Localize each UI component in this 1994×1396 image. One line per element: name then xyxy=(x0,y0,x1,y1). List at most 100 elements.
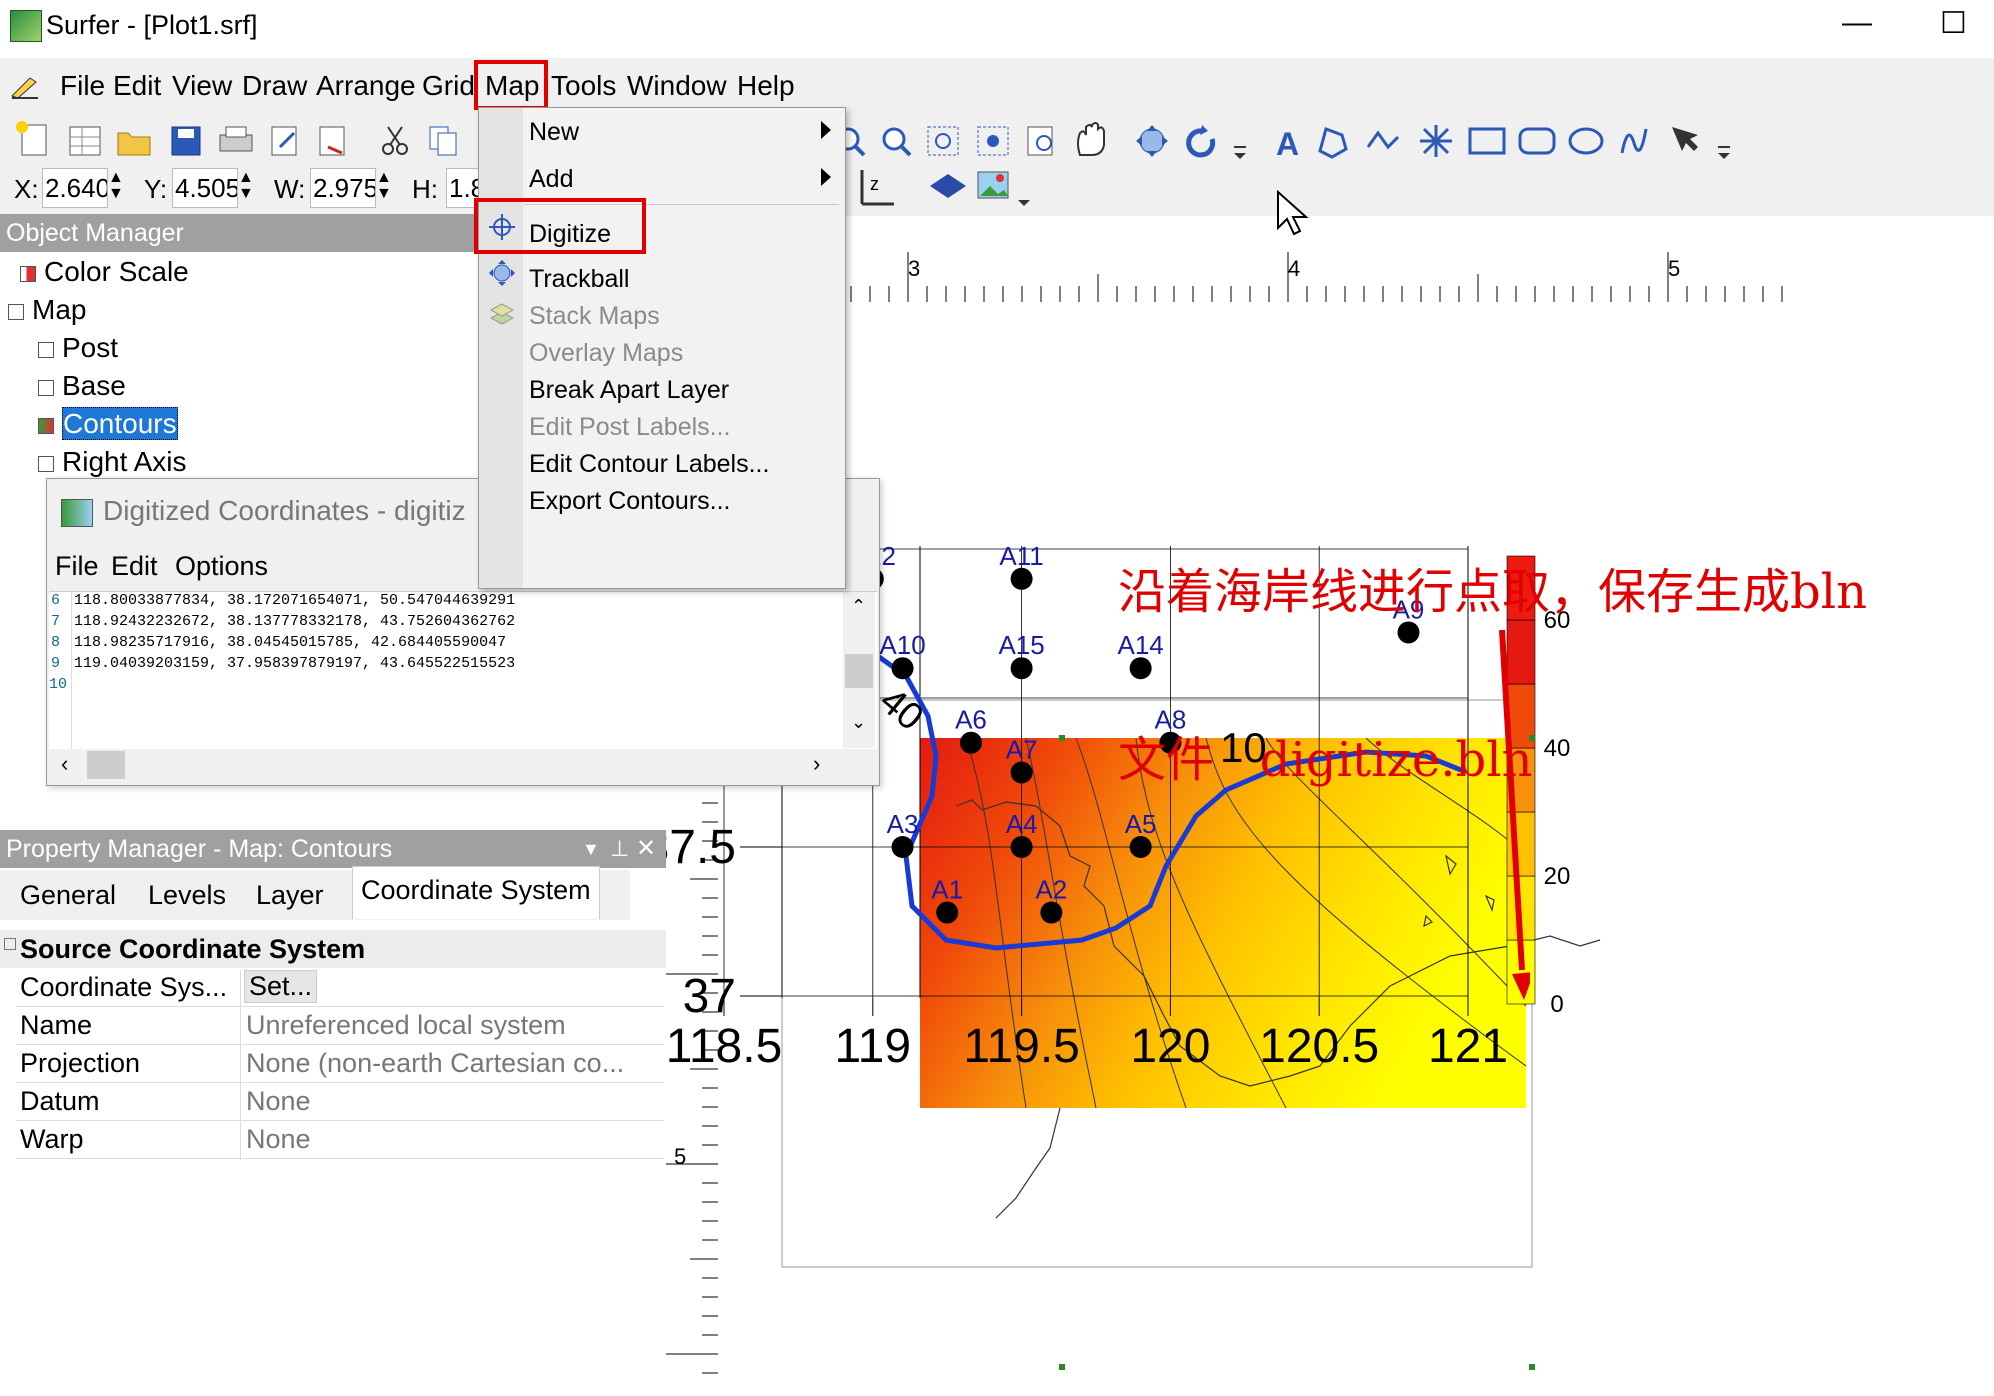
polyline-tool-icon[interactable] xyxy=(1366,130,1400,150)
post-label: A4 xyxy=(1006,809,1038,839)
h-label: H: xyxy=(412,174,438,204)
axis-scale-icon[interactable]: z xyxy=(860,170,894,206)
menu-item-edit-post-labels[interactable]: Edit Post Labels... xyxy=(529,413,731,442)
minimize-button[interactable]: — xyxy=(1842,6,1872,40)
svg-text:z: z xyxy=(870,174,879,194)
menu-item-export-contours[interactable]: Export Contours... xyxy=(529,487,730,516)
x-spin-icon[interactable]: ▲ ▼ xyxy=(108,170,124,202)
rounded-rect-tool-icon[interactable] xyxy=(1518,127,1556,155)
digitize-menu-options[interactable]: Options xyxy=(175,551,268,582)
digitize-menu-file[interactable]: File xyxy=(55,551,99,582)
spline-tool-icon[interactable] xyxy=(1620,128,1648,154)
line-number: 7 xyxy=(51,613,61,630)
digitize-menu-edit[interactable]: Edit xyxy=(111,551,158,582)
toolbar-overflow-icon[interactable] xyxy=(1234,146,1246,159)
menu-file[interactable]: File xyxy=(60,70,105,102)
y-spin-icon[interactable]: ▲ ▼ xyxy=(238,170,254,202)
copy-icon[interactable] xyxy=(429,126,457,156)
cut-icon[interactable] xyxy=(382,126,408,155)
scroll-thumb[interactable] xyxy=(845,654,873,688)
post-label: A3 xyxy=(887,809,919,839)
menu-help[interactable]: Help xyxy=(737,70,795,102)
menu-arrange[interactable]: Arrange xyxy=(316,70,416,102)
menu-view[interactable]: View xyxy=(172,70,232,102)
toolbar-overflow-3-icon[interactable] xyxy=(1018,200,1030,206)
pin-icon[interactable]: ⊥ xyxy=(610,830,629,868)
menu-item-stack-maps[interactable]: Stack Maps xyxy=(529,302,660,331)
map-dropdown-menu: New Add Digitize Trackball Stack Maps Ov… xyxy=(478,107,846,589)
post-label: A6 xyxy=(955,705,987,735)
menu-draw[interactable]: Draw xyxy=(242,70,307,102)
text-tool-icon[interactable]: A xyxy=(1276,126,1299,162)
horizontal-scrollbar[interactable]: ‹ › xyxy=(49,749,877,781)
coordinates-text-area[interactable]: 6 118.80033877834, 38.172071654071, 50.5… xyxy=(49,591,877,750)
tree-item-right-axis[interactable]: Right Axis xyxy=(38,446,187,478)
scroll-down-icon[interactable]: ⌄ xyxy=(851,712,866,733)
scroll-left-icon[interactable]: ‹ xyxy=(61,751,68,777)
zoom-page-icon[interactable] xyxy=(1027,126,1053,156)
tab-levels[interactable]: Levels xyxy=(140,872,234,918)
property-row-name: Name Unreferenced local system xyxy=(16,1008,664,1045)
tab-layer[interactable]: Layer xyxy=(248,872,332,918)
property-key: Name xyxy=(20,1010,93,1040)
polygon-tool-icon[interactable] xyxy=(1318,127,1348,159)
vertical-scrollbar[interactable]: ⌃ ⌄ xyxy=(843,592,875,748)
save-icon[interactable] xyxy=(171,126,201,156)
set-button[interactable]: Set... xyxy=(244,970,318,1003)
move-icon[interactable] xyxy=(1136,125,1168,157)
new-worksheet-icon[interactable] xyxy=(69,126,101,156)
scroll-up-icon[interactable]: ⌃ xyxy=(851,596,866,617)
pen-icon[interactable] xyxy=(10,74,38,99)
zoom-rect-icon[interactable] xyxy=(927,126,959,156)
new-file-icon[interactable] xyxy=(16,121,47,156)
menu-edit[interactable]: Edit xyxy=(113,70,161,102)
print-icon[interactable] xyxy=(219,126,253,152)
layer-icon[interactable] xyxy=(930,174,966,198)
tab-coordinate-system[interactable]: Coordinate System xyxy=(352,866,600,919)
import-icon[interactable] xyxy=(319,126,345,156)
image-icon[interactable] xyxy=(977,171,1009,199)
menu-item-trackball[interactable]: Trackball xyxy=(529,265,630,294)
dropdown-icon[interactable]: ▼ xyxy=(582,830,600,868)
hscroll-thumb[interactable] xyxy=(87,751,125,779)
x-field[interactable]: 2.640 xyxy=(42,168,108,208)
post-label: A15 xyxy=(998,630,1044,660)
menu-item-edit-contour-labels[interactable]: Edit Contour Labels... xyxy=(529,450,769,479)
menu-window[interactable]: Window xyxy=(627,70,727,102)
open-folder-icon[interactable] xyxy=(117,132,151,156)
maximize-button[interactable]: ☐ xyxy=(1940,6,1967,41)
redraw-icon[interactable] xyxy=(1186,125,1216,158)
menu-item-add[interactable]: Add xyxy=(529,165,573,194)
scroll-right-icon[interactable]: › xyxy=(813,751,820,777)
zoom-selected-icon[interactable] xyxy=(977,126,1009,156)
tree-item-post[interactable]: Post xyxy=(38,332,118,364)
menu-grid[interactable]: Grid xyxy=(422,70,475,102)
close-icon[interactable]: ✕ xyxy=(636,830,656,868)
symbol-tool-icon[interactable] xyxy=(1420,125,1452,157)
x-tick-label: 119 xyxy=(835,1020,912,1073)
menu-tools[interactable]: Tools xyxy=(551,70,616,102)
property-key: Coordinate Sys... xyxy=(20,972,228,1002)
rectangle-tool-icon[interactable] xyxy=(1468,127,1506,155)
menu-item-overlay-maps[interactable]: Overlay Maps xyxy=(529,339,683,368)
tree-item-base[interactable]: Base xyxy=(38,370,126,402)
collapse-icon[interactable] xyxy=(4,938,16,950)
zoom-out-icon[interactable] xyxy=(882,127,912,157)
ellipse-tool-icon[interactable] xyxy=(1568,127,1604,155)
tree-item-map[interactable]: Map xyxy=(8,294,86,326)
export-icon[interactable] xyxy=(271,126,297,156)
menu-item-new[interactable]: New xyxy=(529,118,579,147)
post-point xyxy=(1040,901,1063,924)
w-field[interactable]: 2.975 xyxy=(310,168,376,208)
toolbar-overflow-2-icon[interactable] xyxy=(1718,146,1730,159)
tab-general[interactable]: General xyxy=(12,872,124,918)
menu-item-break-apart-layer[interactable]: Break Apart Layer xyxy=(529,376,729,405)
trackball-icon xyxy=(489,260,515,286)
tree-item-contours[interactable]: Contours xyxy=(38,407,178,440)
w-spin-icon[interactable]: ▲ ▼ xyxy=(376,170,392,202)
reshape-tool-icon[interactable] xyxy=(1672,127,1698,151)
section-header[interactable]: Source Coordinate System xyxy=(0,930,666,968)
y-field[interactable]: 4.505 xyxy=(172,168,238,208)
pan-hand-icon[interactable] xyxy=(1077,122,1105,156)
tree-item-color-scale[interactable]: Color Scale xyxy=(20,256,189,288)
